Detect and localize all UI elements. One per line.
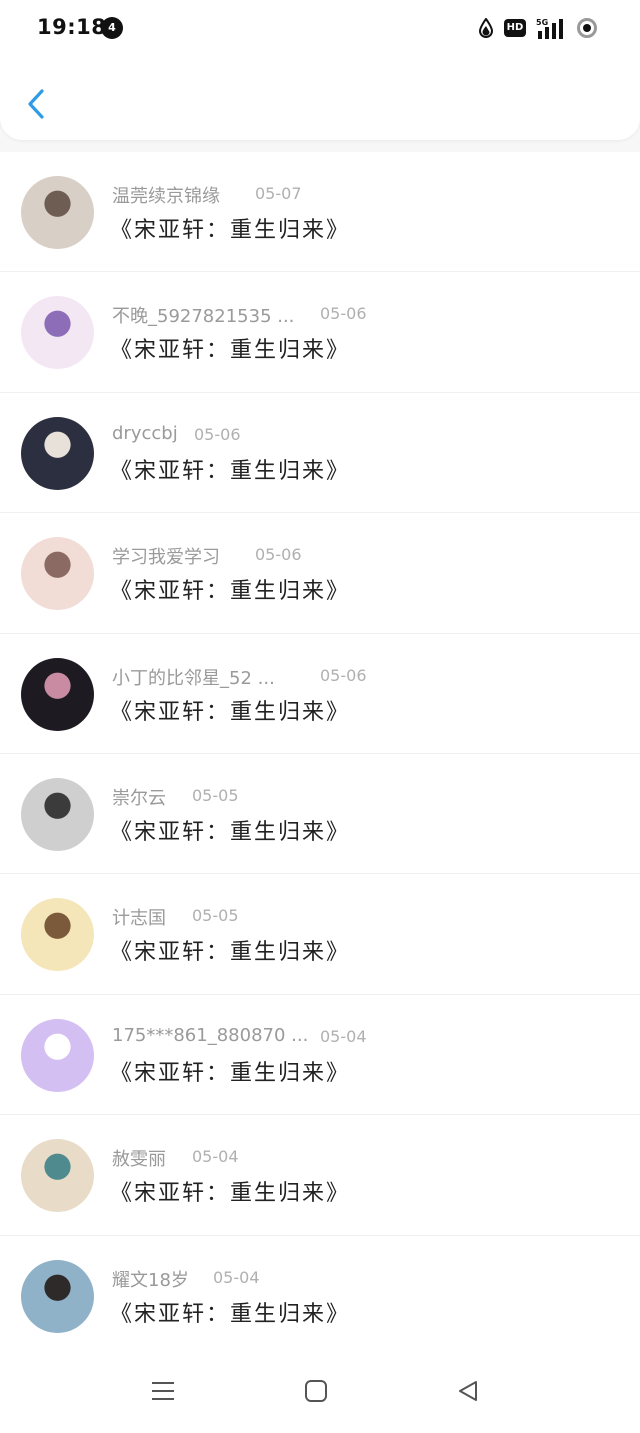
signal-5g-icon: 5G xyxy=(536,18,563,39)
list-item[interactable]: dryccbj 05-06 《宋亚轩：重生归来》 xyxy=(0,392,640,514)
list-item[interactable]: 学习我爱学习 05-06 《宋亚轩：重生归来》 xyxy=(0,513,640,634)
book-title[interactable]: 《宋亚轩：重生归来》 xyxy=(110,694,350,726)
username[interactable]: 学习我爱学习 xyxy=(112,543,220,569)
back-button[interactable] xyxy=(20,84,52,124)
avatar[interactable] xyxy=(21,1018,94,1092)
username[interactable]: 赦雯丽 xyxy=(112,1145,166,1171)
data-saver-icon xyxy=(478,18,494,38)
date: 05-07 xyxy=(255,184,302,203)
notification-badge: 4 xyxy=(101,17,123,39)
nav-menu-button[interactable] xyxy=(143,1371,183,1411)
avatar[interactable] xyxy=(21,537,94,611)
avatar[interactable] xyxy=(21,296,94,370)
list-item[interactable]: 计志国 05-05 《宋亚轩：重生归来》 xyxy=(0,874,640,995)
book-title[interactable]: 《宋亚轩：重生归来》 xyxy=(110,453,350,485)
hd-icon: HD xyxy=(504,19,526,37)
date: 05-05 xyxy=(192,906,239,926)
avatar[interactable] xyxy=(21,898,94,972)
username[interactable]: 不晚_5927821535 ... xyxy=(112,302,294,328)
list-item[interactable]: 温莞续京锦缘 05-07 《宋亚轩：重生归来》 xyxy=(0,152,640,273)
date: 05-06 xyxy=(320,304,367,324)
date: 05-06 xyxy=(255,545,302,565)
avatar[interactable] xyxy=(21,416,94,490)
chevron-left-icon xyxy=(28,89,44,119)
book-title[interactable]: 《宋亚轩：重生归来》 xyxy=(110,814,350,846)
username[interactable]: 175***861_880870 ... xyxy=(112,1025,308,1046)
list-item[interactable]: 赦雯丽 05-04 《宋亚轩：重生归来》 xyxy=(0,1115,640,1236)
date: 05-06 xyxy=(320,665,367,685)
nav-back-button[interactable] xyxy=(448,1371,488,1411)
follower-list: 温莞续京锦缘 05-07 《宋亚轩：重生归来》 不晚_5927821535 ... 05… xyxy=(0,152,640,1356)
username[interactable]: 崇尔云 xyxy=(112,784,166,810)
status-icons: HD 5G xyxy=(478,16,598,40)
date: 05-04 xyxy=(192,1147,239,1167)
avatar[interactable] xyxy=(21,176,94,249)
avatar[interactable] xyxy=(21,777,94,851)
username[interactable]: dryccbj xyxy=(112,423,178,444)
date: 05-05 xyxy=(192,785,239,805)
avatar[interactable] xyxy=(21,1139,94,1213)
book-title[interactable]: 《宋亚轩：重生归来》 xyxy=(110,934,350,966)
network-label: 5G xyxy=(536,18,548,27)
book-title[interactable]: 《宋亚轩：重生归来》 xyxy=(110,212,350,244)
nav-home-button[interactable] xyxy=(296,1371,336,1411)
book-title[interactable]: 《宋亚轩：重生归来》 xyxy=(110,1055,350,1087)
date: 05-06 xyxy=(194,424,241,444)
triangle-back-icon xyxy=(459,1381,477,1401)
avatar[interactable] xyxy=(21,657,94,731)
square-home-icon xyxy=(305,1380,327,1402)
list-item[interactable]: 耀文18岁 05-04 《宋亚轩：重生归来》 xyxy=(0,1235,640,1356)
list-item[interactable]: 不晚_5927821535 ... 05-06 《宋亚轩：重生归来》 xyxy=(0,272,640,393)
username[interactable]: 温莞续京锦缘 xyxy=(112,182,220,208)
book-title[interactable]: 《宋亚轩：重生归来》 xyxy=(110,1296,350,1328)
date: 05-04 xyxy=(213,1267,260,1287)
username[interactable]: 小丁的比邻星_52 ... xyxy=(112,664,275,690)
book-title[interactable]: 《宋亚轩：重生归来》 xyxy=(110,573,350,605)
avatar[interactable] xyxy=(21,1259,94,1333)
book-title[interactable]: 《宋亚轩：重生归来》 xyxy=(110,332,350,364)
list-item[interactable]: 小丁的比邻星_52 ... 05-06 《宋亚轩：重生归来》 xyxy=(0,633,640,754)
system-nav-bar xyxy=(0,1347,640,1433)
menu-icon xyxy=(152,1382,174,1400)
screen: 19:18 4 HD 5G 温莞续京锦缘 05-07 《宋亚轩：重生归来》 不晚… xyxy=(0,0,640,1433)
status-time: 19:18 xyxy=(37,15,107,39)
username[interactable]: 计志国 xyxy=(112,904,166,930)
date: 05-04 xyxy=(320,1026,367,1046)
battery-ring-icon xyxy=(577,18,597,38)
status-bar: 19:18 4 HD 5G xyxy=(0,0,640,56)
list-item[interactable]: 175***861_880870 ... 05-04 《宋亚轩：重生归来》 xyxy=(0,994,640,1116)
username[interactable]: 耀文18岁 xyxy=(112,1266,189,1292)
book-title[interactable]: 《宋亚轩：重生归来》 xyxy=(110,1175,350,1207)
header: 19:18 4 HD 5G xyxy=(0,0,640,140)
list-item[interactable]: 崇尔云 05-05 《宋亚轩：重生归来》 xyxy=(0,753,640,875)
